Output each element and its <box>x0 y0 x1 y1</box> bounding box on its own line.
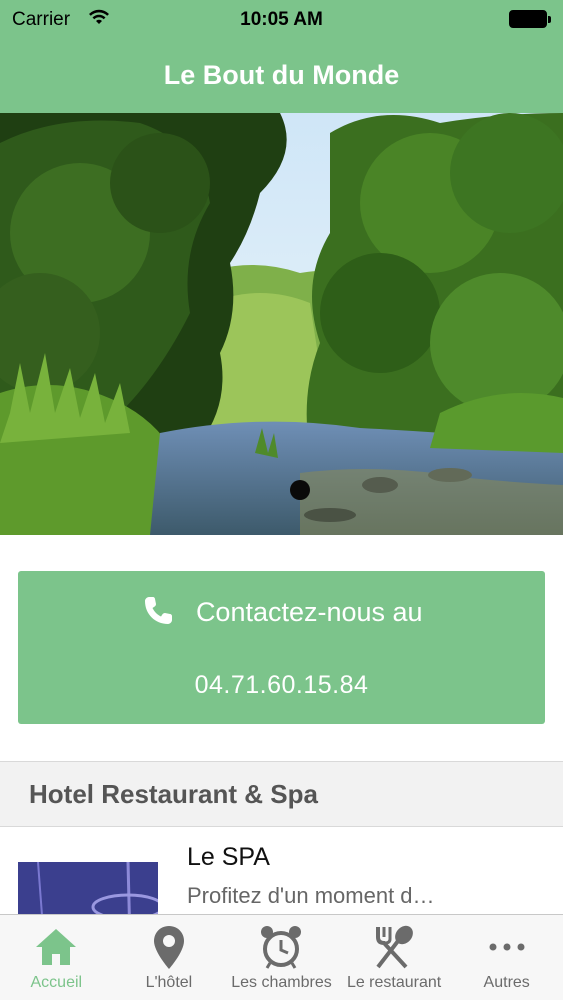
page-title: Le Bout du Monde <box>163 60 400 90</box>
contact-button[interactable]: Contactez-nous au 04.71.60.15.84 <box>18 571 545 724</box>
tab-label: Autres <box>483 974 530 991</box>
carousel-page-indicator[interactable] <box>290 480 310 500</box>
section-header: Hotel Restaurant & Spa <box>0 761 563 827</box>
list-item-title: Le SPA <box>187 843 270 871</box>
map-pin-icon <box>145 923 193 971</box>
tab-accueil[interactable]: Accueil <box>0 915 113 1000</box>
section-title: Hotel Restaurant & Spa <box>29 779 318 809</box>
status-time: 10:05 AM <box>240 9 323 30</box>
phone-icon <box>140 593 176 629</box>
battery-icon <box>509 10 551 28</box>
hero-carousel[interactable] <box>0 113 563 535</box>
contact-label-row: Contactez-nous au <box>18 593 545 631</box>
nav-bar: Le Bout du Monde <box>0 40 563 113</box>
tab-bar: Accueil L'hôtel Les chambres Le restaura… <box>0 914 563 1000</box>
tab-autres[interactable]: Autres <box>450 915 563 1000</box>
tab-restaurant[interactable]: Le restaurant <box>338 915 451 1000</box>
status-bar: Carrier 10:05 AM <box>0 0 563 40</box>
tab-chambres[interactable]: Les chambres <box>225 915 338 1000</box>
river-forest-photo <box>0 113 563 535</box>
contact-phone-number: 04.71.60.15.84 <box>194 671 369 699</box>
alarm-clock-icon <box>257 923 305 971</box>
home-icon <box>32 923 80 971</box>
fork-spoon-icon <box>370 923 418 971</box>
list-item-subtitle: Profitez d'un moment d… <box>187 883 435 908</box>
tab-hotel[interactable]: L'hôtel <box>113 915 226 1000</box>
contact-label: Contactez-nous au <box>195 597 423 627</box>
more-icon <box>483 923 531 971</box>
list-item[interactable]: Le SPA Profitez d'un moment d… <box>0 827 563 942</box>
